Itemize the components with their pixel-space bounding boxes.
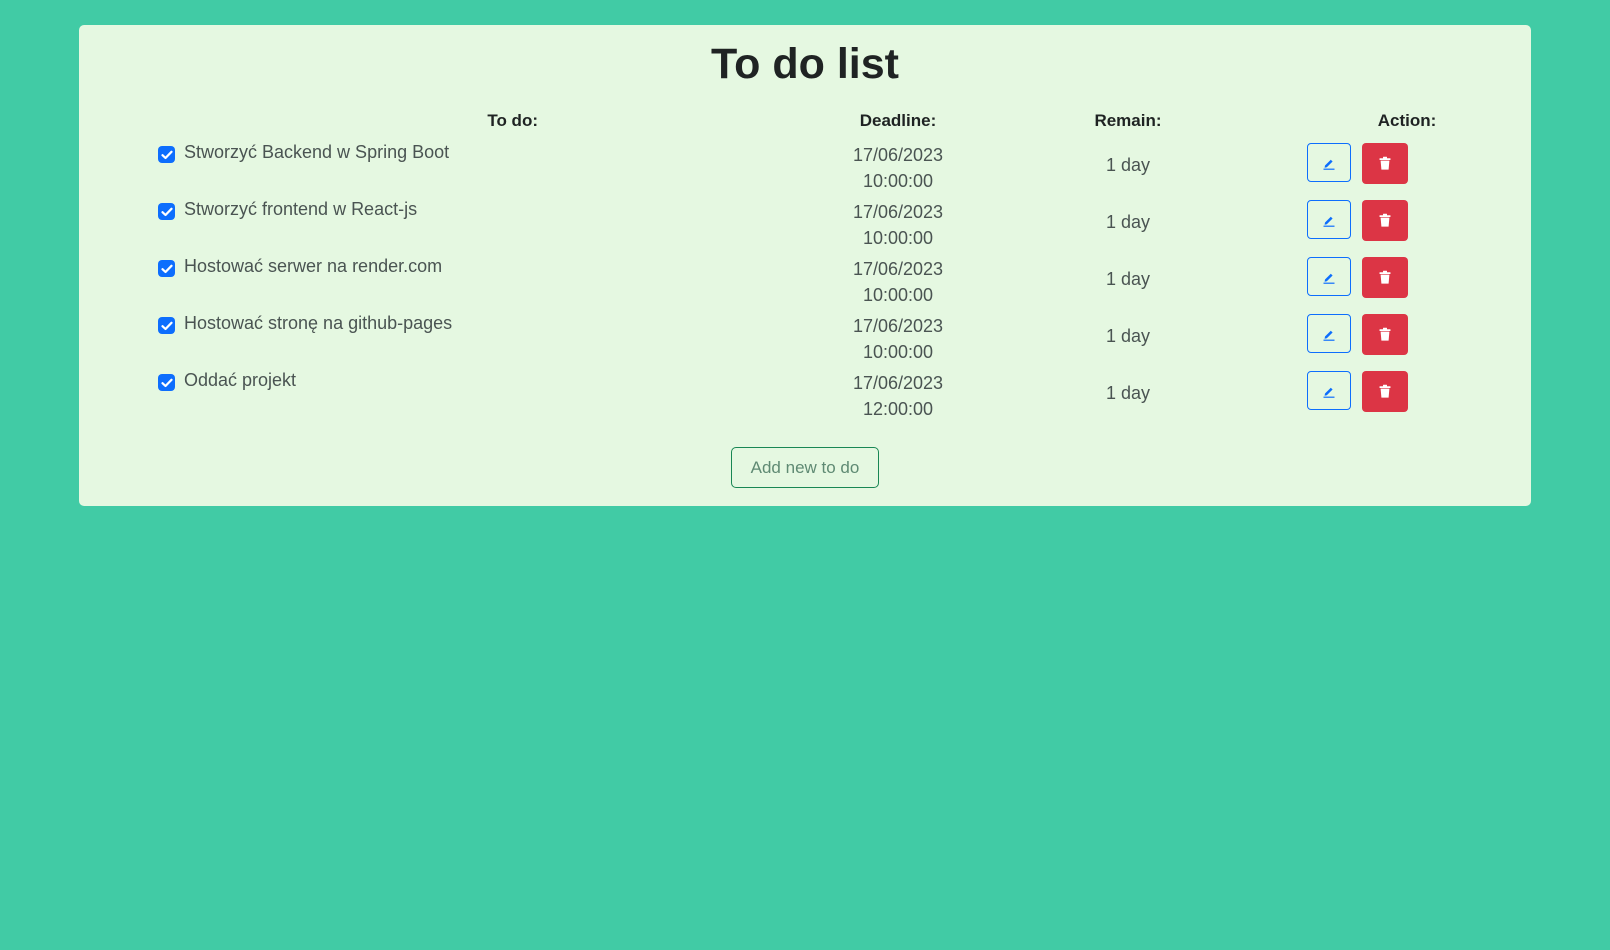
delete-button[interactable]: [1362, 200, 1408, 241]
add-new-todo-button[interactable]: Add new to do: [731, 447, 879, 488]
todo-checkbox[interactable]: [158, 203, 175, 220]
header-deadline: Deadline:: [859, 111, 937, 130]
header-todo: To do:: [487, 111, 538, 130]
todo-row: Stworzyć Backend w Spring Boot 17/06/202…: [79, 136, 1531, 193]
todo-row: Hostować serwer na render.com 17/06/2023…: [79, 250, 1531, 307]
edit-button[interactable]: [1307, 371, 1351, 410]
todo-checkbox[interactable]: [158, 260, 175, 277]
todo-deadline: 17/06/2023 10:00:00: [798, 199, 998, 251]
todo-deadline: 17/06/2023 12:00:00: [798, 370, 998, 422]
todo-deadline: 17/06/2023 10:00:00: [798, 256, 998, 308]
deadline-date: 17/06/2023: [852, 373, 944, 393]
todo-task: Stworzyć frontend w React-js: [184, 199, 418, 219]
check-icon: [160, 378, 173, 387]
deadline-time: 10:00:00: [862, 342, 934, 362]
todo-remain: 1 day: [1105, 383, 1151, 403]
check-icon: [160, 207, 173, 216]
delete-button[interactable]: [1362, 371, 1408, 412]
todo-checkbox[interactable]: [158, 146, 175, 163]
edit-button[interactable]: [1307, 257, 1351, 296]
todo-deadline: 17/06/2023 10:00:00: [798, 313, 998, 365]
delete-button[interactable]: [1362, 143, 1408, 184]
edit-button[interactable]: [1307, 314, 1351, 353]
deadline-date: 17/06/2023: [852, 259, 944, 279]
trash-icon: [1379, 384, 1391, 398]
todo-remain: 1 day: [1105, 155, 1151, 175]
pencil-icon: [1323, 273, 1335, 284]
todo-row: Stworzyć frontend w React-js 17/06/2023 …: [79, 193, 1531, 250]
todo-checkbox[interactable]: [158, 374, 175, 391]
pencil-icon: [1323, 330, 1335, 341]
todo-row: Hostować stronę na github-pages 17/06/20…: [79, 307, 1531, 364]
check-icon: [160, 150, 173, 159]
todo-deadline: 17/06/2023 10:00:00: [798, 142, 998, 194]
pencil-icon: [1323, 387, 1335, 398]
trash-icon: [1379, 213, 1391, 227]
todo-remain: 1 day: [1105, 269, 1151, 289]
deadline-time: 10:00:00: [862, 228, 934, 248]
todo-remain: 1 day: [1105, 212, 1151, 232]
header-action: Action:: [1377, 111, 1437, 130]
deadline-date: 17/06/2023: [852, 202, 944, 222]
check-icon: [160, 264, 173, 273]
todo-row: Oddać projekt 17/06/2023 12:00:00 1 day: [79, 364, 1531, 421]
header-remain: Remain:: [1094, 111, 1162, 130]
deadline-date: 17/06/2023: [852, 145, 944, 165]
todo-task: Hostować stronę na github-pages: [184, 313, 453, 333]
todo-checkbox[interactable]: [158, 317, 175, 334]
trash-icon: [1379, 327, 1391, 341]
edit-button[interactable]: [1307, 200, 1351, 239]
delete-button[interactable]: [1362, 314, 1408, 355]
edit-button[interactable]: [1307, 143, 1351, 182]
delete-button[interactable]: [1362, 257, 1408, 298]
todo-task: Oddać projekt: [184, 370, 297, 390]
pencil-icon: [1323, 216, 1335, 227]
todo-task: Hostować serwer na render.com: [184, 256, 443, 276]
deadline-time: 10:00:00: [862, 171, 934, 191]
deadline-time: 10:00:00: [862, 285, 934, 305]
trash-icon: [1379, 156, 1391, 170]
todo-remain: 1 day: [1105, 326, 1151, 346]
check-icon: [160, 321, 173, 330]
todo-card: To do list To do: Deadline: Remain: Acti…: [79, 25, 1531, 506]
page-title: To do list: [711, 40, 899, 88]
deadline-time: 12:00:00: [862, 399, 934, 419]
deadline-date: 17/06/2023: [852, 316, 944, 336]
pencil-icon: [1323, 159, 1335, 170]
todo-task: Stworzyć Backend w Spring Boot: [184, 142, 450, 162]
trash-icon: [1379, 270, 1391, 284]
